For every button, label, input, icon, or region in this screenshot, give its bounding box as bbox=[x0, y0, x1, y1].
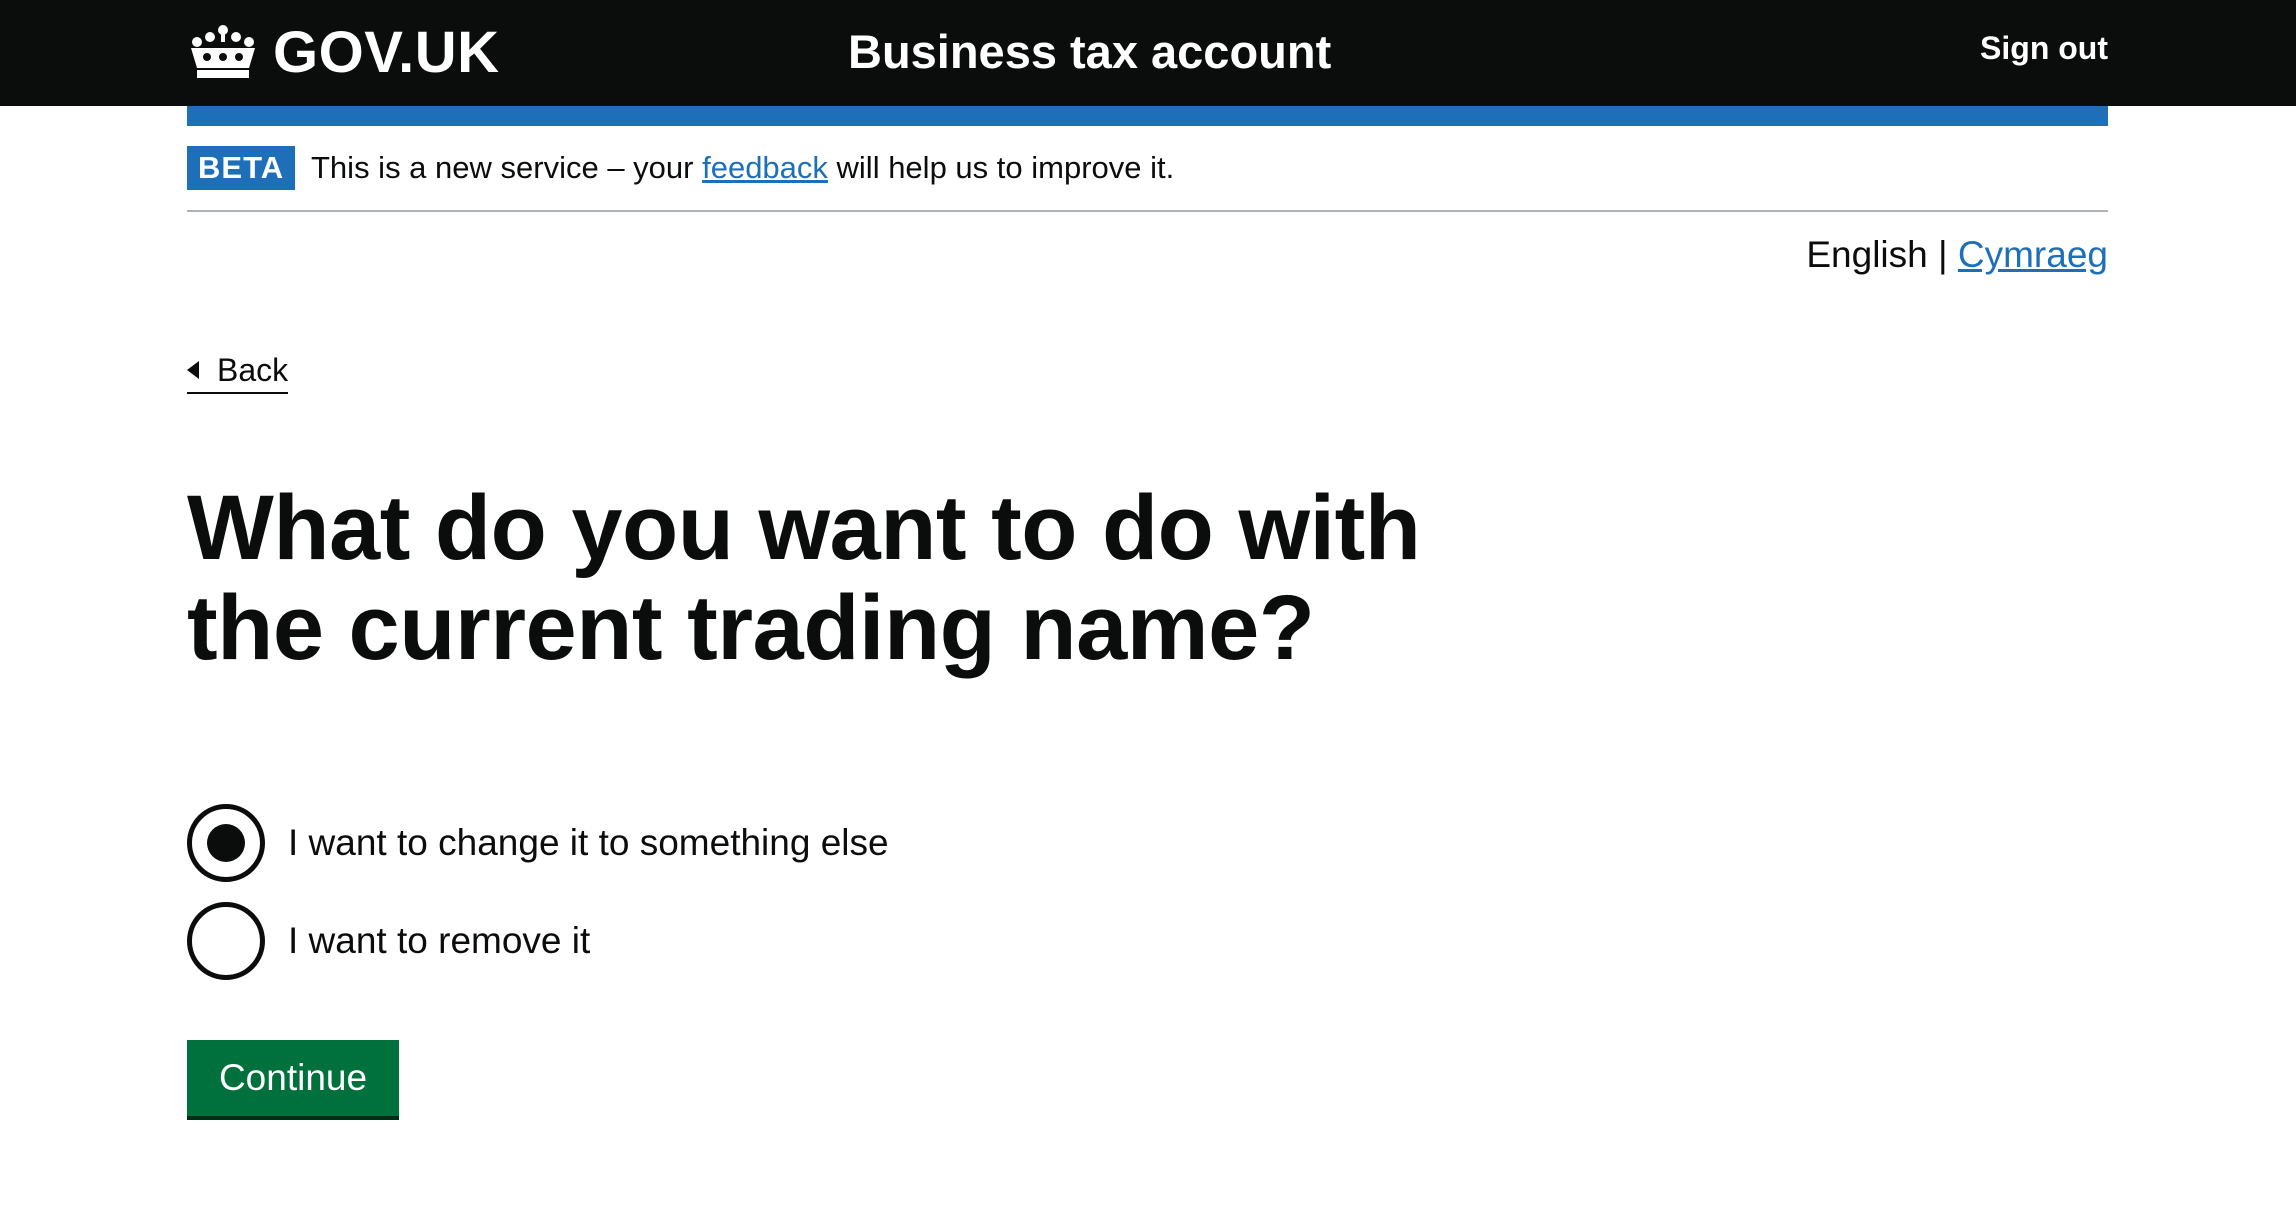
language-toggle: English | Cymraeg bbox=[1806, 230, 2108, 280]
site-header: GOV.UK Business tax account Sign out bbox=[0, 0, 2296, 106]
language-current: English bbox=[1806, 234, 1928, 275]
phase-text-after: will help us to improve it. bbox=[827, 150, 1175, 185]
sign-out-link[interactable]: Sign out bbox=[1980, 26, 2108, 70]
back-link[interactable]: Back bbox=[187, 348, 289, 394]
beta-tag: BETA bbox=[187, 146, 296, 190]
continue-button[interactable]: Continue bbox=[187, 1040, 399, 1116]
service-name-link[interactable]: Business tax account bbox=[848, 22, 1331, 82]
logo-text: GOV.UK bbox=[273, 19, 500, 85]
language-separator: | bbox=[1927, 234, 1958, 275]
language-welsh-link[interactable]: Cymraeg bbox=[1958, 234, 2108, 275]
radio-button-remove[interactable] bbox=[187, 902, 265, 980]
govuk-logo-link[interactable]: GOV.UK bbox=[187, 19, 500, 85]
phase-text-before: This is a new service – your bbox=[311, 150, 703, 185]
phase-banner: BETA This is a new service – your feedba… bbox=[187, 146, 2108, 212]
phase-banner-text: This is a new service – your feedback wi… bbox=[311, 146, 1174, 190]
header-blue-bar bbox=[187, 106, 2108, 126]
feedback-link[interactable]: feedback bbox=[702, 150, 828, 185]
back-link-label: Back bbox=[217, 352, 289, 388]
radio-button-change[interactable] bbox=[187, 804, 265, 882]
radio-selected-dot bbox=[207, 824, 245, 862]
back-arrow-icon bbox=[187, 361, 199, 379]
crown-icon bbox=[191, 25, 255, 78]
page-title: What do you want to do with the current … bbox=[187, 477, 1421, 679]
radio-label-remove[interactable]: I want to remove it bbox=[288, 902, 590, 980]
radio-label-change[interactable]: I want to change it to something else bbox=[288, 804, 889, 882]
